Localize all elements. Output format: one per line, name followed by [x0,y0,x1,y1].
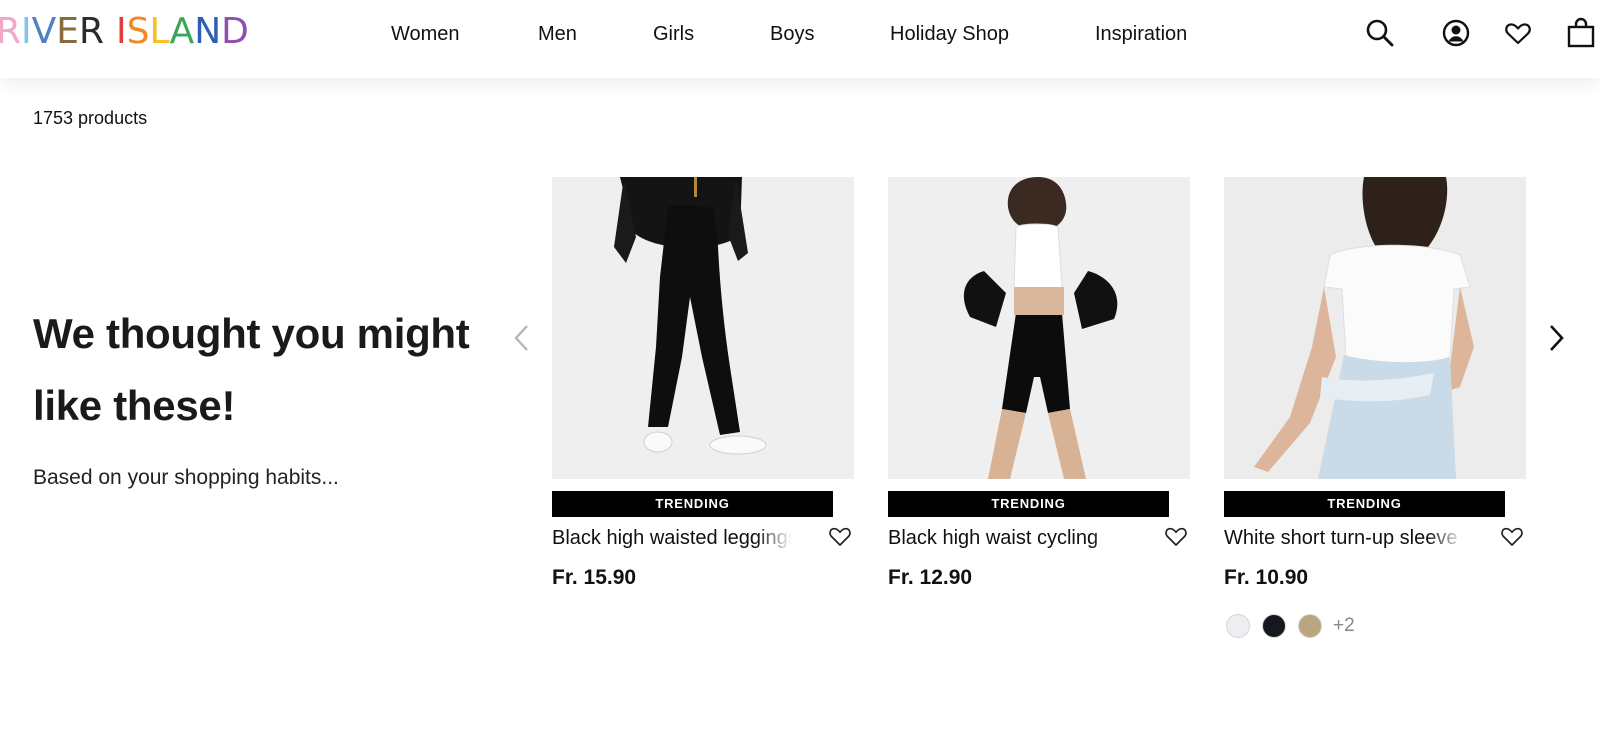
wishlist-heart-icon[interactable] [1498,522,1526,550]
carousel-prev-button[interactable] [507,318,537,358]
nav-item-men[interactable]: Men [538,18,577,50]
product-price: Fr. 10.90 [1224,566,1309,589]
product-image[interactable] [552,177,854,479]
carousel-next-button[interactable] [1541,318,1571,358]
product-name[interactable]: Black high waist cycling [888,523,1128,553]
logo-letter: L [149,11,170,52]
logo-letter: V [31,11,57,52]
site-header: RIVER ISLAND Women Men Girls Boys Holida… [0,0,1600,78]
search-icon[interactable] [1364,17,1396,49]
logo-letter: I [21,11,32,52]
wishlist-heart-icon[interactable] [1162,522,1190,550]
trending-badge: TRENDING [552,491,833,517]
nav-item-women[interactable]: Women [391,18,460,50]
recommendations-subline: Based on your shopping habits... [33,466,339,489]
nav-item-boys[interactable]: Boys [770,18,814,50]
chevron-right-icon [1550,325,1564,351]
product-name[interactable]: Black high waisted leggings [552,523,792,553]
product-name[interactable]: White short turn-up sleeve [1224,523,1464,553]
logo-letter: I [116,11,127,52]
logo-letter: A [169,11,195,52]
product-count: 1753 products [33,108,148,128]
chevron-left-icon [514,325,528,351]
product-image[interactable] [888,177,1190,479]
color-swatch[interactable] [1298,614,1322,638]
recommendations-headline: We thought you might like these! [33,310,470,429]
product-price: Fr. 15.90 [552,566,637,589]
wishlist-heart-icon[interactable] [826,522,854,550]
product-price: Fr. 12.90 [888,566,973,589]
wishlist-icon[interactable] [1502,17,1534,49]
river-island-logo[interactable]: RIVER ISLAND [0,8,249,56]
logo-letter: N [194,11,222,52]
nav-item-girls[interactable]: Girls [653,18,694,50]
logo-letter: S [126,11,150,52]
product-image[interactable] [1224,177,1526,479]
product-card[interactable]: TRENDING Black high waisted leggings Fr.… [552,177,854,589]
color-swatch[interactable] [1262,614,1286,638]
nav-item-holiday-shop[interactable]: Holiday Shop [890,18,1009,50]
nav-item-inspiration[interactable]: Inspiration [1095,18,1187,50]
logo-letter: R [79,11,105,52]
logo-letter: R [0,11,22,52]
logo-letter: D [221,11,249,52]
color-swatch[interactable] [1226,614,1250,638]
trending-badge: TRENDING [888,491,1169,517]
product-card[interactable]: TRENDING Black high waist cycling Fr. 12… [888,177,1190,589]
logo-letter: E [56,11,80,52]
trending-badge: TRENDING [1224,491,1505,517]
bag-icon[interactable] [1565,17,1597,49]
product-card[interactable]: TRENDING White short turn-up sleeve Fr. … [1224,177,1526,638]
more-colors-link[interactable]: +2 [1333,614,1355,638]
account-icon[interactable] [1440,17,1472,49]
